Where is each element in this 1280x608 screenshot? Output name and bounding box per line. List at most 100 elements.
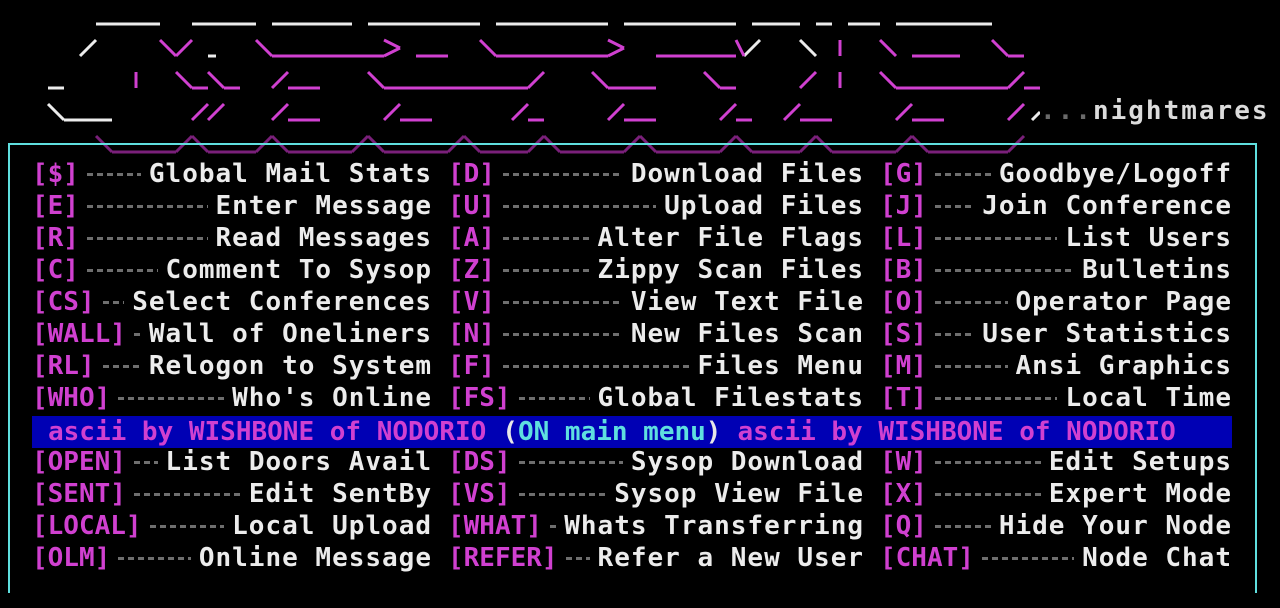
menu-option[interactable]: [T] Local Time [880, 382, 1232, 414]
menu-option[interactable]: [OPEN] List Doors Avail [32, 446, 432, 478]
menu-option-key[interactable]: [DS] [448, 447, 511, 477]
menu-option-label[interactable]: Expert Mode [1049, 479, 1232, 509]
menu-option[interactable]: [VS] Sysop View File [448, 478, 864, 510]
menu-option[interactable]: [S] User Statistics [880, 318, 1232, 350]
menu-option-key[interactable]: [OPEN] [32, 447, 126, 477]
menu-option-key[interactable]: [CHAT] [880, 543, 974, 573]
menu-option-label[interactable]: Local Upload [232, 511, 432, 541]
menu-option-label[interactable]: Relogon to System [149, 351, 432, 381]
menu-option-label[interactable]: Edit Setups [1049, 447, 1232, 477]
menu-option-label[interactable]: Ansi Graphics [1016, 351, 1233, 381]
menu-option-label[interactable]: Download Files [631, 159, 864, 189]
menu-option[interactable]: [DS] Sysop Download [448, 446, 864, 478]
menu-option-label[interactable]: Hide Your Node [999, 511, 1232, 541]
menu-option[interactable]: [RL] Relogon to System [32, 350, 432, 382]
menu-option[interactable]: [U] Upload Files [448, 190, 864, 222]
menu-option-label[interactable]: Upload Files [664, 191, 864, 221]
menu-option[interactable]: [WHO] Who's Online [32, 382, 432, 414]
menu-option-label[interactable]: Local Time [1065, 383, 1232, 413]
menu-option-label[interactable]: Global Filestats [598, 383, 864, 413]
menu-option-label[interactable]: List Users [1065, 223, 1232, 253]
menu-option[interactable]: [C] Comment To Sysop [32, 254, 432, 286]
menu-option[interactable]: [FS] Global Filestats [448, 382, 864, 414]
menu-option[interactable]: [E] Enter Message [32, 190, 432, 222]
menu-option[interactable]: [M] Ansi Graphics [880, 350, 1232, 382]
menu-option[interactable]: [CHAT] Node Chat [880, 542, 1232, 574]
menu-option[interactable]: [LOCAL] Local Upload [32, 510, 432, 542]
menu-option-key[interactable]: [X] [880, 479, 927, 509]
menu-option-key[interactable]: [R] [32, 223, 79, 253]
menu-option-label[interactable]: Global Mail Stats [149, 159, 432, 189]
menu-option-key[interactable]: [Z] [448, 255, 495, 285]
menu-option[interactable]: [A] Alter File Flags [448, 222, 864, 254]
menu-option-key[interactable]: [WALL] [32, 319, 126, 349]
menu-option-key[interactable]: [E] [32, 191, 79, 221]
menu-option[interactable]: [X] Expert Mode [880, 478, 1232, 510]
menu-option[interactable]: [$] Global Mail Stats [32, 158, 432, 190]
menu-option-label[interactable]: Join Conference [982, 191, 1232, 221]
menu-option-key[interactable]: [REFER] [448, 543, 558, 573]
menu-option-label[interactable]: Online Message [199, 543, 432, 573]
menu-option-key[interactable]: [B] [880, 255, 927, 285]
menu-option-label[interactable]: User Statistics [982, 319, 1232, 349]
menu-option-key[interactable]: [V] [448, 287, 495, 317]
menu-option-key[interactable]: [SENT] [32, 479, 126, 509]
menu-option-key[interactable]: [D] [448, 159, 495, 189]
menu-option-key[interactable]: [VS] [448, 479, 511, 509]
menu-option-label[interactable]: Sysop Download [631, 447, 864, 477]
menu-option-key[interactable]: [A] [448, 223, 495, 253]
menu-option-key[interactable]: [G] [880, 159, 927, 189]
menu-option-key[interactable]: [OLM] [32, 543, 110, 573]
menu-option-key[interactable]: [M] [880, 351, 927, 381]
menu-option[interactable]: [N] New Files Scan [448, 318, 864, 350]
menu-option[interactable]: [L] List Users [880, 222, 1232, 254]
menu-option-key[interactable]: [U] [448, 191, 495, 221]
menu-option-label[interactable]: Who's Online [232, 383, 432, 413]
menu-option-label[interactable]: Sysop View File [614, 479, 864, 509]
menu-option-key[interactable]: [O] [880, 287, 927, 317]
menu-option-label[interactable]: Edit SentBy [249, 479, 432, 509]
menu-option-label[interactable]: Comment To Sysop [166, 255, 432, 285]
menu-option[interactable]: [R] Read Messages [32, 222, 432, 254]
menu-option[interactable]: [G] Goodbye/Logoff [880, 158, 1232, 190]
menu-option-key[interactable]: [FS] [448, 383, 511, 413]
menu-option-label[interactable]: Enter Message [216, 191, 433, 221]
menu-option[interactable]: [Q] Hide Your Node [880, 510, 1232, 542]
menu-option-key[interactable]: [J] [880, 191, 927, 221]
menu-option-label[interactable]: Goodbye/Logoff [999, 159, 1232, 189]
menu-option-label[interactable]: Zippy Scan Files [598, 255, 864, 285]
menu-option[interactable]: [D] Download Files [448, 158, 864, 190]
menu-option[interactable]: [O] Operator Page [880, 286, 1232, 318]
menu-option-key[interactable]: [F] [448, 351, 495, 381]
menu-option[interactable]: [CS] Select Conferences [32, 286, 432, 318]
menu-option-key[interactable]: [CS] [32, 287, 95, 317]
menu-option[interactable]: [B] Bulletins [880, 254, 1232, 286]
menu-option-label[interactable]: View Text File [631, 287, 864, 317]
menu-option-label[interactable]: List Doors Avail [166, 447, 432, 477]
menu-option-key[interactable]: [$] [32, 159, 79, 189]
menu-option[interactable]: [F] Files Menu [448, 350, 864, 382]
menu-option[interactable]: [W] Edit Setups [880, 446, 1232, 478]
menu-option-label[interactable]: Select Conferences [132, 287, 432, 317]
menu-option-key[interactable]: [T] [880, 383, 927, 413]
menu-option-key[interactable]: [Q] [880, 511, 927, 541]
menu-option-label[interactable]: Alter File Flags [598, 223, 864, 253]
menu-option-label[interactable]: New Files Scan [631, 319, 864, 349]
menu-option-key[interactable]: [N] [448, 319, 495, 349]
menu-option-key[interactable]: [WHAT] [448, 511, 542, 541]
menu-option-key[interactable]: [WHO] [32, 383, 110, 413]
menu-option[interactable]: [OLM] Online Message [32, 542, 432, 574]
menu-option-label[interactable]: Wall of Oneliners [149, 319, 432, 349]
menu-option-key[interactable]: [S] [880, 319, 927, 349]
menu-option-label[interactable]: Bulletins [1082, 255, 1232, 285]
menu-option[interactable]: [SENT] Edit SentBy [32, 478, 432, 510]
menu-option[interactable]: [WHAT] Whats Transferring [448, 510, 864, 542]
menu-option[interactable]: [WALL] Wall of Oneliners [32, 318, 432, 350]
menu-option-key[interactable]: [LOCAL] [32, 511, 142, 541]
menu-option[interactable]: [J] Join Conference [880, 190, 1232, 222]
menu-option[interactable]: [REFER] Refer a New User [448, 542, 864, 574]
menu-option-label[interactable]: Read Messages [216, 223, 433, 253]
menu-option-key[interactable]: [RL] [32, 351, 95, 381]
menu-option-key[interactable]: [W] [880, 447, 927, 477]
menu-option[interactable]: [Z] Zippy Scan Files [448, 254, 864, 286]
